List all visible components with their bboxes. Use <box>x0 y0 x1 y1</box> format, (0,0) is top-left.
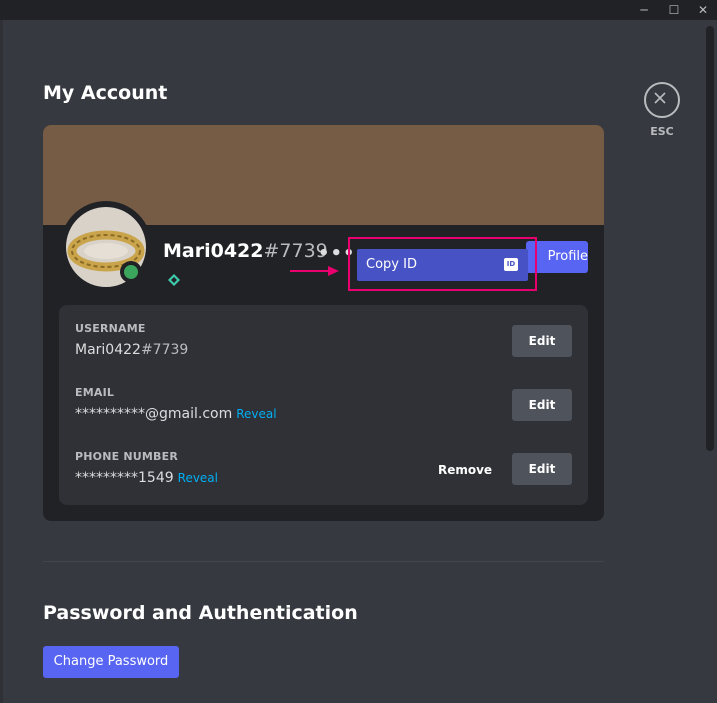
account-info-box: USERNAME Mari0422#7739 Edit EMAIL ******… <box>59 305 588 505</box>
copy-id-label: Copy ID <box>366 257 417 272</box>
annotation-arrow-icon <box>290 266 339 276</box>
scrollbar[interactable] <box>706 26 714 451</box>
email-label: EMAIL <box>75 386 115 399</box>
reveal-phone-link[interactable]: Reveal <box>178 471 218 485</box>
edit-profile-label: Profile <box>547 249 588 264</box>
page-title: My Account <box>43 82 168 104</box>
password-section-title: Password and Authentication <box>43 602 358 624</box>
profile-username-name: Mari0422 <box>163 240 264 262</box>
username-label: USERNAME <box>75 322 146 335</box>
username-value: Mari0422#7739 <box>75 342 188 358</box>
avatar-wrapper[interactable] <box>60 201 152 293</box>
minimize-button[interactable]: ─ <box>634 2 654 18</box>
maximize-button[interactable]: ☐ <box>664 2 684 18</box>
close-window-button[interactable]: ✕ <box>693 2 713 18</box>
phone-value: *********1549 Reveal <box>75 470 218 486</box>
id-icon: ID <box>504 258 518 271</box>
online-status-indicator <box>120 261 142 283</box>
email-masked: **********@gmail.com <box>75 406 233 422</box>
phone-label: PHONE NUMBER <box>75 450 179 463</box>
section-divider <box>43 561 604 562</box>
edit-phone-button[interactable]: Edit <box>512 453 572 485</box>
username-tag: #7739 <box>140 342 189 358</box>
profile-username: Mari0422#7739 <box>163 240 328 262</box>
edit-username-button[interactable]: Edit <box>512 325 572 357</box>
remove-phone-button[interactable]: Remove <box>429 460 501 480</box>
left-edge <box>0 20 3 703</box>
close-icon <box>654 92 666 104</box>
edit-email-button[interactable]: Edit <box>512 389 572 421</box>
phone-masked: *********1549 <box>75 470 174 486</box>
hypesquad-badge-icon[interactable] <box>167 273 181 287</box>
close-settings-button[interactable] <box>644 82 680 118</box>
username-name: Mari0422 <box>75 342 141 358</box>
account-card: Mari0422#7739 ••• Profile USERNAME Mari0… <box>43 125 604 521</box>
window-titlebar: ─ ☐ ✕ <box>0 0 717 20</box>
reveal-email-link[interactable]: Reveal <box>236 407 276 421</box>
esc-label: ESC <box>650 125 674 138</box>
email-value: **********@gmail.com Reveal <box>75 406 277 422</box>
change-password-button[interactable]: Change Password <box>43 646 179 678</box>
copy-id-menu-item[interactable]: Copy ID ID <box>357 249 528 281</box>
